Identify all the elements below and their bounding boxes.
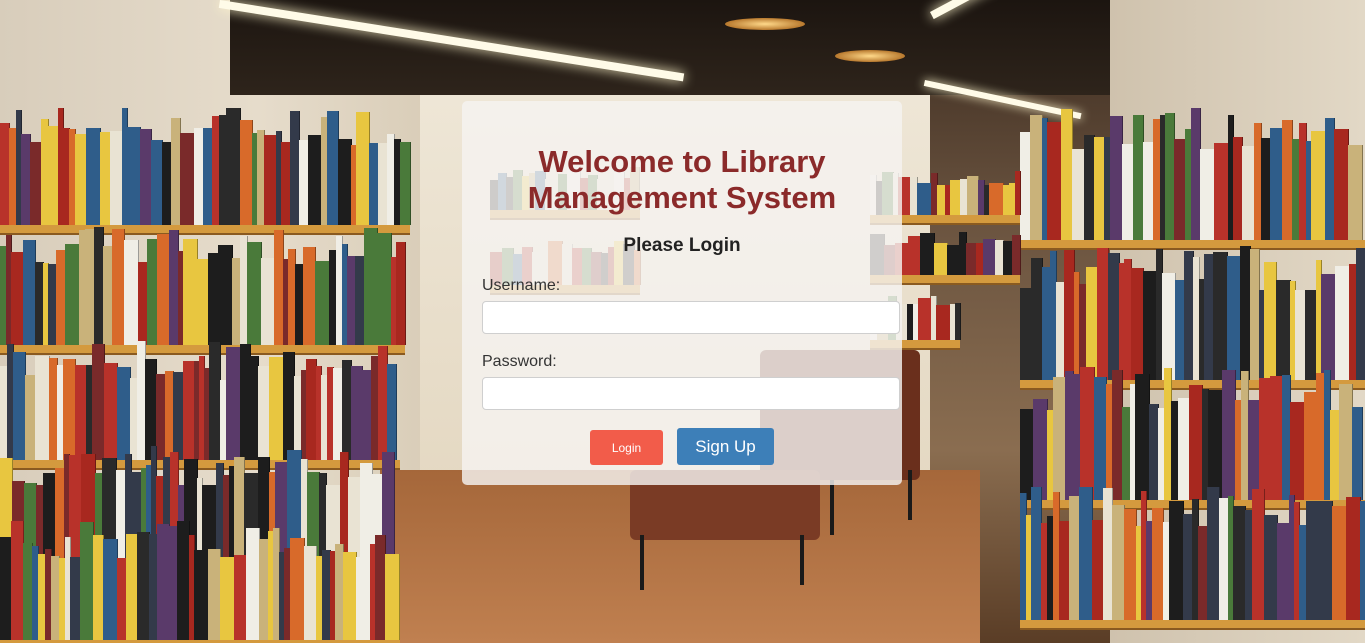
book-spine <box>1356 248 1365 380</box>
book-spine <box>127 127 141 225</box>
book-spine <box>124 240 139 345</box>
book-spine <box>35 356 50 460</box>
username-label: Username: <box>482 277 561 294</box>
book-spine <box>1012 235 1021 275</box>
book-spine <box>1335 266 1350 380</box>
book-spine <box>1227 256 1241 380</box>
book-spine <box>1222 370 1236 500</box>
chair-leg <box>908 470 912 520</box>
book-spine <box>308 135 322 225</box>
book-spine <box>917 183 932 215</box>
book-spine <box>1162 273 1176 380</box>
password-label: Password: <box>482 353 557 370</box>
book-spine <box>918 298 932 340</box>
book-spine <box>1189 385 1203 500</box>
shelf-board <box>1020 240 1365 248</box>
book-spine <box>180 133 195 225</box>
book-spine <box>261 258 275 345</box>
book-spine <box>246 528 260 640</box>
username-input[interactable] <box>482 301 900 334</box>
book-spine <box>1033 399 1048 500</box>
book-spine <box>1214 143 1229 240</box>
ceiling-lamp <box>725 18 805 30</box>
book-spine <box>1360 501 1365 620</box>
book-spine <box>1276 280 1291 380</box>
book-spine <box>989 183 1004 215</box>
shelf-board <box>0 345 405 353</box>
book-spine <box>356 557 371 640</box>
book-spine <box>1290 402 1305 500</box>
book-spine <box>934 243 948 275</box>
ceiling <box>230 0 1110 95</box>
book-spine <box>377 233 392 345</box>
book-spine <box>183 239 198 345</box>
book-spine <box>364 228 378 345</box>
ceiling-lamp <box>835 50 905 62</box>
book-spine <box>1306 501 1321 620</box>
book-spine <box>396 242 406 345</box>
book-spine <box>104 363 118 460</box>
shelf-board <box>1020 620 1365 628</box>
book-spine <box>1169 501 1184 620</box>
book-spine <box>1321 274 1336 380</box>
book-spine <box>1135 374 1150 500</box>
book-spine <box>387 364 397 460</box>
book-spine <box>117 367 131 460</box>
book-spine <box>1208 390 1223 500</box>
book-spine <box>1200 149 1215 240</box>
book-spine <box>343 552 357 640</box>
signup-button[interactable]: Sign Up <box>677 428 774 465</box>
book-spine <box>103 539 118 640</box>
book-spine <box>1079 487 1093 620</box>
book-spine <box>1015 171 1021 215</box>
book-spine <box>1213 252 1228 380</box>
book-spine <box>1348 145 1363 240</box>
book-spine <box>194 550 209 640</box>
book-spine <box>1346 497 1361 620</box>
book-spine <box>226 108 241 225</box>
book-spine <box>290 538 305 640</box>
book-spine <box>226 347 241 460</box>
login-card: Welcome to Library Management System Ple… <box>462 101 902 485</box>
book-spine <box>80 522 94 640</box>
book-spine <box>1334 129 1349 240</box>
login-button[interactable]: Login <box>590 430 663 465</box>
login-subtitle: Please Login <box>623 235 741 256</box>
password-input[interactable] <box>482 377 900 410</box>
book-spine <box>936 305 951 340</box>
book-spine <box>247 242 262 345</box>
book-spine <box>220 557 235 640</box>
page-title: Welcome to Library Management System <box>462 144 902 216</box>
chair-leg <box>830 480 834 535</box>
title-line-1: Welcome to Library <box>538 144 826 179</box>
chair-leg <box>800 535 804 585</box>
book-spine <box>1311 131 1326 240</box>
book-spine <box>1047 122 1062 240</box>
book-spine <box>86 128 101 225</box>
book-spine <box>1080 367 1095 500</box>
book-spine <box>920 233 935 275</box>
book-spine <box>1339 384 1353 500</box>
chair-leg <box>640 535 644 590</box>
book-spine <box>1143 271 1157 380</box>
book-spine <box>356 112 370 225</box>
book-spine <box>65 244 80 345</box>
book-spine <box>1332 506 1347 620</box>
book-spine <box>400 142 411 225</box>
shelf-board <box>0 225 410 233</box>
book-spine <box>218 245 233 345</box>
book-spine <box>338 139 352 225</box>
book-spine <box>1264 515 1278 620</box>
book-spine <box>1352 407 1363 500</box>
title-line-2: Management System <box>527 180 837 215</box>
book-spine <box>269 357 284 460</box>
book-spine <box>955 303 961 340</box>
book-spine <box>315 261 330 345</box>
book-spine <box>385 554 400 640</box>
